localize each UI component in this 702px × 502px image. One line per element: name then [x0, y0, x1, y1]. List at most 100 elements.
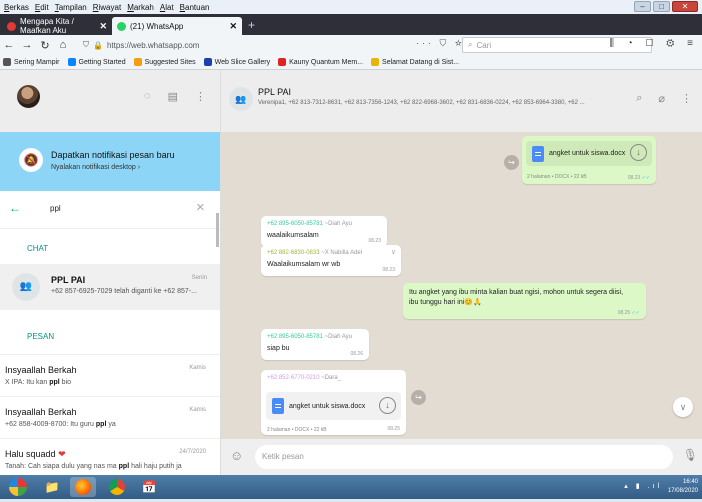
enable-notifications-link[interactable]: Nyalakan notifikasi desktop ›	[51, 164, 140, 171]
folder-icon	[371, 58, 380, 66]
menu-icon[interactable]: ⋮	[681, 92, 692, 105]
sidebar-header: ◌ ▤ ⋮	[0, 70, 220, 132]
chevron-down-icon[interactable]: ∨	[391, 248, 396, 256]
menu-alat[interactable]: Alat	[160, 3, 174, 12]
tab-bar: Mengapa Kita / Maafkan Aku ✕ (21) WhatsA…	[0, 14, 702, 35]
notification-banner[interactable]: 🔕 Dapatkan notifikasi pesan baru Nyalaka…	[0, 132, 220, 191]
start-button[interactable]	[3, 477, 33, 497]
tray-icons[interactable]: ▴ ▮ .ıl	[624, 482, 662, 490]
close-window-button[interactable]: ✕	[672, 1, 698, 12]
forward-icon[interactable]: →	[18, 39, 36, 51]
conversation-panel: 👥 PPL PAI Verenipa1, +62 813-7312-8631, …	[221, 70, 702, 475]
web-slice-icon	[203, 58, 212, 66]
tab-whatsapp[interactable]: (21) WhatsApp ✕	[112, 17, 242, 35]
url-text: https://web.whatsapp.com	[106, 40, 200, 50]
taskbar: 📁 📅 ▴ ▮ .ıl 16:40 17/08/2020	[0, 475, 702, 499]
incoming-message[interactable]: +62 882-6830-0833 ~X Nabilla Adel Waalai…	[261, 245, 401, 276]
bell-off-icon: 🔕	[19, 148, 43, 172]
system-clock[interactable]: 16:40 17/08/2020	[668, 478, 698, 496]
scrollbar[interactable]	[216, 213, 219, 247]
download-icon[interactable]: ↓	[630, 144, 647, 161]
composer: ☺ Ketik pesan 🎙	[221, 439, 702, 475]
conversation-title: PPL PAI	[258, 87, 292, 97]
window-controls: – □ ✕	[634, 1, 698, 12]
list-item[interactable]: Insyaallah Berkah Kamis X IPA: Itu kan p…	[0, 355, 220, 397]
file-explorer-icon[interactable]: 📁	[39, 477, 65, 497]
back-arrow-icon[interactable]: ←	[9, 201, 21, 215]
menu-tampilan[interactable]: Tampilan	[55, 3, 87, 12]
maximize-button[interactable]: □	[653, 1, 670, 12]
minimize-button[interactable]: –	[634, 1, 651, 12]
heart-icon: ❤	[58, 449, 66, 459]
close-tab-icon[interactable]: ✕	[229, 21, 237, 32]
download-icon[interactable]: ↓	[379, 397, 396, 414]
menu-berkas[interactable]: Berkas	[4, 3, 29, 12]
menu-edit[interactable]: Edit	[35, 3, 49, 12]
menu-bantuan[interactable]: Bantuan	[180, 3, 210, 12]
new-chat-icon[interactable]: ▤	[168, 90, 178, 103]
incoming-message[interactable]: +62 895-6050-85781 ~Diah Ayu siap bu 08.…	[261, 329, 369, 360]
message-input[interactable]: Ketik pesan	[255, 445, 673, 469]
outgoing-message[interactable]: Itu angket yang ibu minta kalian buat ng…	[403, 283, 646, 319]
forward-icon[interactable]: ↪	[411, 390, 426, 405]
search-row: ← ppl ✕	[0, 191, 220, 229]
forward-icon[interactable]: ↪	[504, 155, 519, 170]
lock-icon: 🔒	[93, 40, 103, 50]
outgoing-document-message[interactable]: angket untuk siswa.docx ↓ 2 halaman • DO…	[522, 136, 656, 184]
attach-icon[interactable]: ⌀	[658, 92, 665, 105]
emoji-icon[interactable]: ☺	[230, 448, 243, 463]
scroll-down-button[interactable]: ∨	[673, 397, 693, 417]
document-icon	[272, 398, 284, 414]
bookmark-item[interactable]: Suggested Sites	[133, 58, 196, 66]
url-bar[interactable]: ⛉ 🔒 https://web.whatsapp.com	[83, 37, 443, 53]
bookmark-item[interactable]: Getting Started	[67, 58, 126, 66]
youtube-icon	[278, 58, 287, 66]
document-meta: 2 halaman • DOCX • 22 kB	[527, 174, 587, 180]
chat-last-message: +62 857-6925-7029 telah diganti ke +62 8…	[51, 288, 197, 295]
bookmarks-bar: Sering Mampir Getting Started Suggested …	[0, 55, 702, 70]
list-item[interactable]: Halu squadd ❤ 24/7/2020 Tanah: Cah siapa…	[0, 439, 220, 475]
list-item[interactable]: Insyaallah Berkah Kamis +62 858-4009-870…	[0, 397, 220, 439]
clear-search-icon[interactable]: ✕	[196, 201, 205, 214]
new-tab-button[interactable]: +	[248, 18, 255, 32]
avatar[interactable]	[17, 85, 40, 108]
sidebar: ◌ ▤ ⋮ 🔕 Dapatkan notifikasi pesan baru N…	[0, 70, 221, 475]
bookmark-item[interactable]: Kauny Quantum Mem...	[278, 58, 363, 66]
chat-item-ppl-pai[interactable]: 👥 PPL PAI Senin +62 857-6925-7029 telah …	[0, 264, 220, 310]
bookmark-item[interactable]: Web Slice Gallery	[203, 58, 270, 66]
conversation-members: Verenipa1, +62 813-7312-8631, +62 813-73…	[258, 100, 585, 106]
emoji-icon: 😊🙏	[464, 299, 482, 306]
firefox-icon	[67, 58, 76, 66]
firefox-icon[interactable]	[70, 477, 96, 497]
notification-title: Dapatkan notifikasi pesan baru	[51, 150, 175, 160]
menu-markah[interactable]: Markah	[127, 3, 154, 12]
incoming-message[interactable]: +62 895-6050-85781 ~Diah Ayu waalaikumsa…	[261, 216, 387, 247]
search-icon[interactable]: ⌕	[636, 92, 642, 105]
chrome-icon[interactable]	[104, 477, 130, 497]
document-name: angket untuk siswa.docx	[549, 150, 626, 157]
group-icon: 👥	[229, 87, 253, 111]
menu-bar: Berkas Edit Tampilan Riwayat Markah Alat…	[0, 0, 702, 14]
conversation-header[interactable]: 👥 PPL PAI Verenipa1, +62 813-7312-8631, …	[221, 70, 702, 132]
toolbar-icons[interactable]: ⫼ ◔ ▢ ⚙ ≡	[609, 38, 698, 49]
menu-icon[interactable]: ⋮	[195, 90, 206, 103]
search-icon: ⌕	[468, 40, 473, 49]
menu-riwayat[interactable]: Riwayat	[93, 3, 121, 12]
back-icon[interactable]: ←	[0, 39, 18, 51]
home-icon[interactable]: ⌂	[54, 39, 72, 51]
tab-youtube[interactable]: Mengapa Kita / Maafkan Aku ✕	[2, 17, 112, 35]
status-icon[interactable]: ◌	[144, 90, 151, 103]
reload-icon[interactable]: ↻	[36, 39, 54, 52]
document-name: angket untuk siswa.docx	[289, 402, 366, 410]
incoming-document-message[interactable]: +62 852-6770-0210 ~Dara_ angket untuk si…	[261, 370, 406, 435]
bookmark-item[interactable]: Sering Mampir	[3, 58, 60, 66]
calendar-app-icon[interactable]: 📅	[136, 477, 162, 497]
close-tab-icon[interactable]: ✕	[99, 21, 107, 32]
microphone-icon[interactable]: 🎙	[683, 448, 698, 462]
gear-icon	[3, 58, 11, 66]
search-input[interactable]: ppl	[50, 204, 61, 213]
whatsapp-app: ◌ ▤ ⋮ 🔕 Dapatkan notifikasi pesan baru N…	[0, 70, 702, 475]
tab-label: Mengapa Kita / Maafkan Aku	[20, 17, 74, 35]
page-actions-icon[interactable]: ··· ⛉ ☆	[416, 38, 465, 49]
bookmark-item[interactable]: Selamat Datang di Sist...	[371, 58, 459, 66]
